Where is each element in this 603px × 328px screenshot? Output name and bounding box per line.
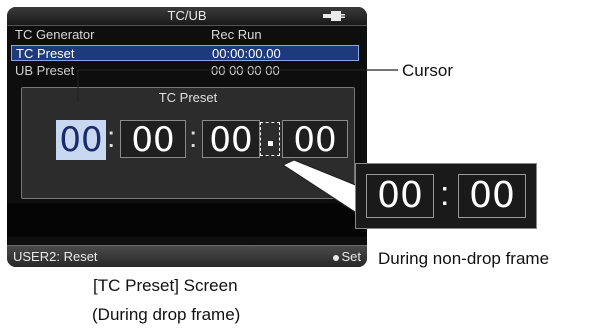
- screen-caption-line1: [TC Preset] Screen: [93, 276, 238, 295]
- cursor-label: Cursor: [402, 61, 454, 80]
- zoom-seconds-digits: 00: [366, 174, 434, 218]
- screen-caption-line2: (During drop frame): [92, 305, 241, 324]
- zoom-frames-digits: 00: [458, 174, 526, 218]
- zoom-colon: :: [440, 175, 450, 213]
- non-drop-frame-zoom: 00 : 00: [355, 163, 537, 229]
- non-drop-caption: During non-drop frame: [378, 249, 550, 268]
